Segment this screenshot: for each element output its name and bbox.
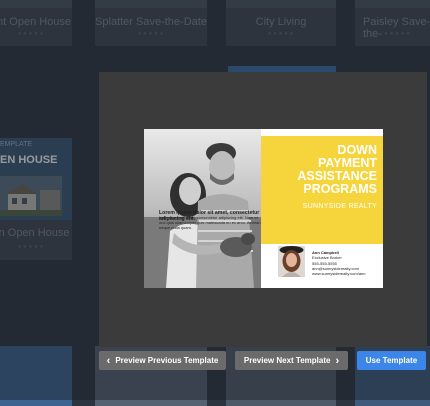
couple-photo bbox=[144, 129, 261, 288]
company-name: SUNNYSIDE REALTY bbox=[302, 203, 377, 210]
preview-previous-button[interactable]: ‹ Preview Previous Template bbox=[99, 351, 226, 370]
preview-previous-label: Preview Previous Template bbox=[115, 356, 219, 365]
headline-block: DOWN PAYMENT ASSISTANCE PROGRAMS SUNNYSI… bbox=[261, 136, 383, 244]
agent-photo bbox=[278, 246, 305, 277]
chevron-left-icon: ‹ bbox=[106, 354, 111, 367]
preview-next-button[interactable]: Preview Next Template › bbox=[235, 351, 348, 370]
chevron-right-icon: › bbox=[335, 354, 340, 367]
use-template-button[interactable]: Use Template bbox=[357, 351, 426, 370]
body-text: Nam at orci sit amet, consectetur adipis… bbox=[159, 215, 261, 230]
headline: DOWN PAYMENT ASSISTANCE PROGRAMS bbox=[297, 143, 377, 196]
template-preview: DOWN PAYMENT ASSISTANCE PROGRAMS SUNNYSI… bbox=[144, 129, 383, 288]
agent-info: Ann Campbell Exclusive Broker 555-555-55… bbox=[312, 250, 366, 276]
preview-next-label: Preview Next Template bbox=[243, 356, 331, 365]
agent-website: www.sunnysiderealty.com/ann bbox=[312, 271, 366, 277]
use-template-label: Use Template bbox=[365, 356, 418, 365]
